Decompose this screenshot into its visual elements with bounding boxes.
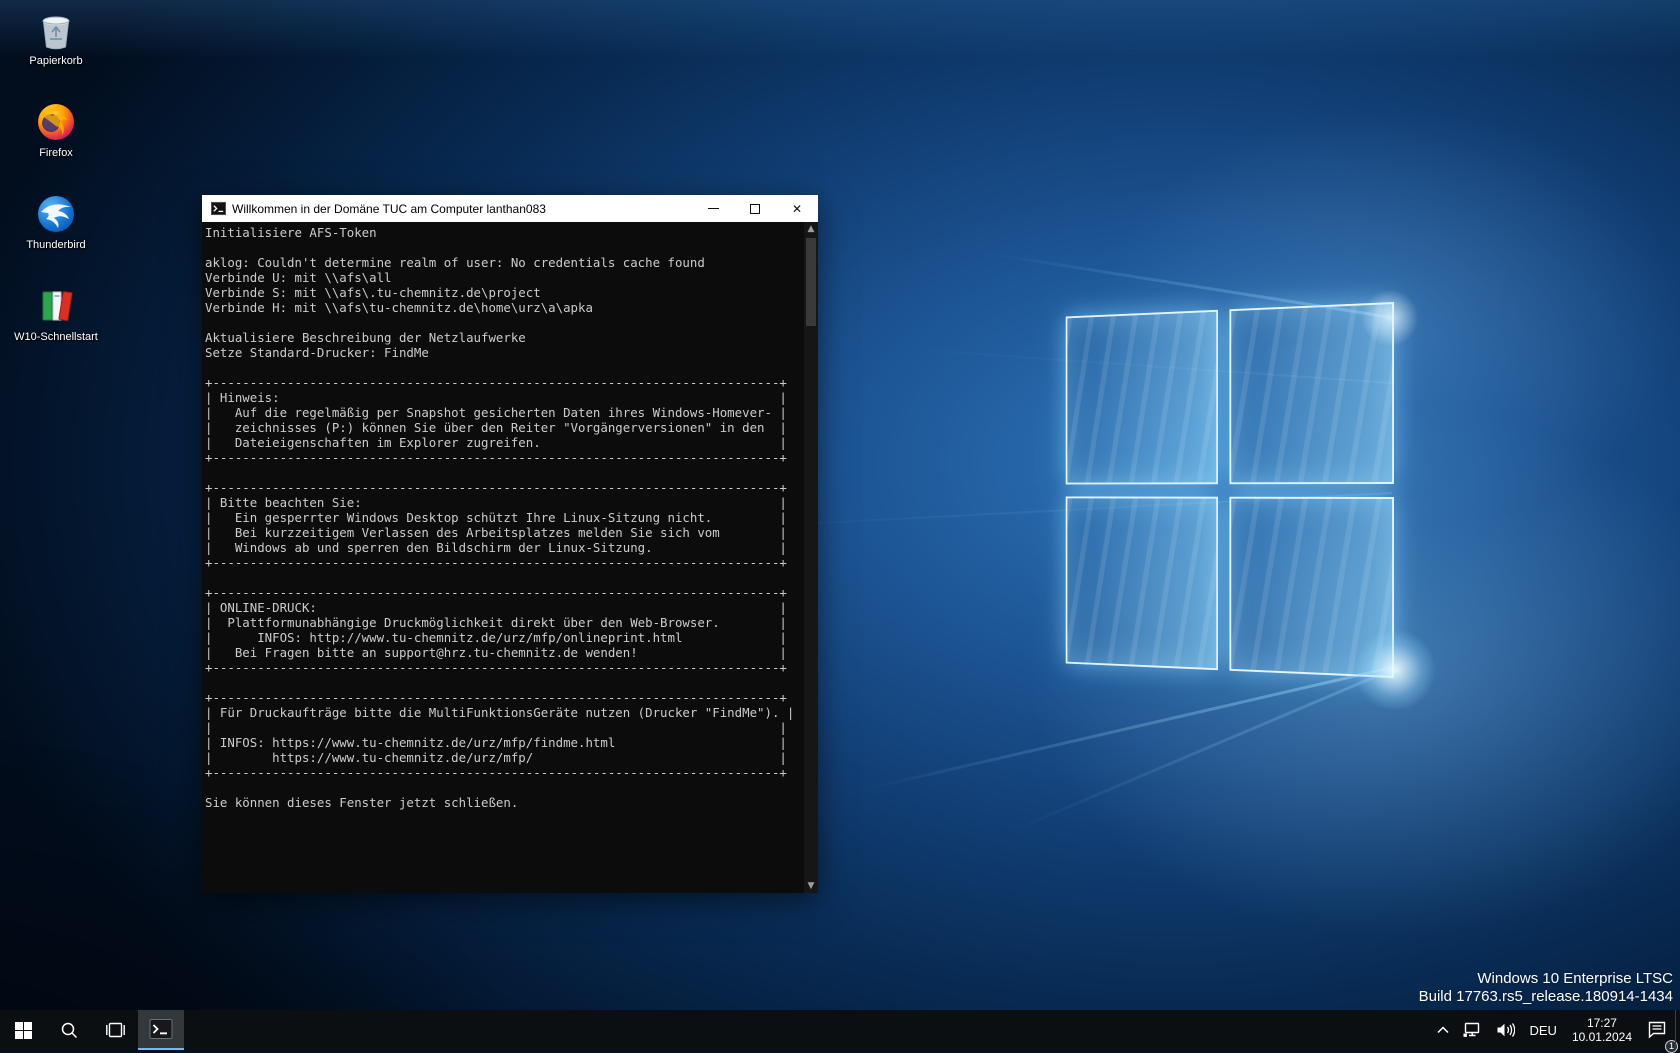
language-indicator[interactable]: DEU — [1522, 1010, 1563, 1050]
close-icon: ✕ — [792, 203, 802, 215]
scrollbar-thumb[interactable] — [806, 238, 816, 326]
scroll-up-icon[interactable]: ▲ — [804, 223, 818, 235]
maximize-icon — [750, 204, 760, 214]
light-ray — [723, 492, 1392, 529]
close-button[interactable]: ✕ — [776, 195, 818, 222]
clock-date: 10.01.2024 — [1572, 1030, 1632, 1044]
window-title: Willkommen in der Domäne TUC am Computer… — [232, 202, 692, 216]
windows-logo-pane — [1066, 310, 1218, 484]
desktop-icon-label: W10-Schnellstart — [10, 331, 102, 344]
notification-icon — [1647, 1021, 1667, 1039]
console-output: Initialisiere AFS-Token aklog: Couldn't … — [202, 222, 818, 810]
desktop-icon-recycle-bin[interactable]: Papierkorb — [10, 8, 102, 68]
ethernet-network-icon — [1463, 1022, 1482, 1038]
light-ray — [987, 252, 1392, 319]
light-ray — [1005, 668, 1393, 835]
cmd-icon — [211, 201, 226, 216]
desktop-icon-thunderbird[interactable]: Thunderbird — [10, 192, 102, 252]
network-tray-button[interactable] — [1456, 1010, 1489, 1050]
taskbar-app-console[interactable] — [138, 1010, 184, 1050]
light-glow — [1360, 290, 1420, 346]
desktop-icon-w10-schnellstart[interactable]: W10-Schnellstart — [10, 284, 102, 344]
light-glow — [1352, 630, 1438, 710]
desktop-icon-label: Papierkorb — [10, 55, 102, 68]
show-desktop-button[interactable] — [1675, 1010, 1680, 1050]
task-view-button[interactable] — [92, 1010, 138, 1050]
minimize-icon — [708, 208, 719, 209]
light-ray — [903, 348, 1392, 384]
action-center-button[interactable]: 1 — [1640, 1010, 1674, 1050]
windows-logo — [1066, 302, 1394, 678]
light-ray — [856, 666, 1393, 793]
desktop-icon-label: Thunderbird — [10, 239, 102, 252]
thunderbird-icon — [34, 192, 78, 236]
search-button[interactable] — [46, 1010, 92, 1050]
chevron-up-icon — [1437, 1026, 1449, 1034]
console-scrollbar[interactable]: ▲ ▼ — [804, 222, 818, 893]
console-window: Willkommen in der Domäne TUC am Computer… — [202, 195, 818, 893]
volume-tray-button[interactable] — [1489, 1010, 1522, 1050]
windows-logo-pane — [1229, 496, 1394, 678]
system-tray: DEU 17:27 10.01.2024 1 — [1430, 1010, 1674, 1050]
tray-overflow-button[interactable] — [1430, 1010, 1456, 1050]
windows-logo-pane — [1229, 302, 1394, 484]
clock-time: 17:27 — [1572, 1016, 1632, 1030]
cmd-taskbar-icon — [149, 1017, 173, 1041]
windows-start-icon — [15, 1022, 32, 1039]
recycle-bin-icon — [34, 8, 78, 52]
watermark-edition: Windows 10 Enterprise LTSC — [1419, 970, 1673, 988]
start-button[interactable] — [0, 1010, 46, 1050]
console-titlebar[interactable]: Willkommen in der Domäne TUC am Computer… — [202, 195, 818, 222]
watermark-build: Build 17763.rs5_release.180914-1434 — [1419, 988, 1673, 1006]
minimize-button[interactable] — [692, 195, 734, 222]
desktop-icon-label: Firefox — [10, 147, 102, 160]
scroll-down-icon[interactable]: ▼ — [804, 880, 818, 892]
windows-logo-pane — [1066, 496, 1218, 670]
taskbar: DEU 17:27 10.01.2024 1 — [0, 1010, 1680, 1050]
speaker-icon — [1496, 1022, 1515, 1038]
firefox-icon — [34, 100, 78, 144]
task-view-icon — [106, 1022, 125, 1038]
clock[interactable]: 17:27 10.01.2024 — [1564, 1016, 1640, 1044]
console-content: Initialisiere AFS-Token aklog: Couldn't … — [202, 222, 818, 893]
maximize-button[interactable] — [734, 195, 776, 222]
windows-build-watermark: Windows 10 Enterprise LTSC Build 17763.r… — [1419, 970, 1673, 1006]
desktop-icon-firefox[interactable]: Firefox — [10, 100, 102, 160]
w10-schnellstart-icon — [34, 284, 78, 328]
search-icon — [60, 1021, 78, 1039]
